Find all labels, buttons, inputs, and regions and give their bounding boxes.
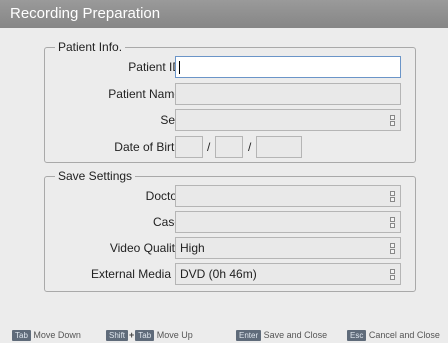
date-of-birth-label: Date of Birth (114, 140, 181, 154)
esc-key-badge: Esc (347, 330, 367, 342)
sex-row: Sex (45, 109, 415, 131)
external-media-1-label: External Media 1 (90, 267, 181, 281)
save-settings-title: Save Settings (55, 169, 136, 183)
birth-year-input[interactable] (175, 136, 203, 158)
up-down-stepper-icon[interactable] (390, 243, 395, 254)
hint-move-up-text: Move Up (156, 330, 193, 340)
hint-cancel-close: Esc Cancel and Close (347, 327, 440, 343)
enter-key-badge: Enter (236, 330, 262, 342)
video-quality-select[interactable]: High (175, 237, 401, 259)
up-down-stepper-icon[interactable] (390, 269, 395, 280)
hint-move-down: Tab Move Down (12, 327, 81, 343)
tab-key-badge: Tab (12, 330, 31, 342)
patient-id-label: Patient ID (128, 60, 181, 74)
date-separator: / (207, 140, 211, 154)
window-title: Recording Preparation (10, 5, 161, 22)
hint-save-close-text: Save and Close (263, 330, 328, 340)
patient-info-title: Patient Info. (55, 40, 126, 54)
patient-name-label: Patient Name (108, 87, 181, 101)
date-separator: / (248, 140, 252, 154)
patient-id-input[interactable] (175, 56, 401, 78)
video-quality-row: Video Quality High (45, 237, 415, 259)
video-quality-label: Video Quality (109, 241, 181, 255)
video-quality-value: High (180, 241, 205, 255)
plus-sign: + (129, 330, 135, 340)
external-media-1-select[interactable]: DVD (0h 46m) (175, 263, 401, 285)
doctor-select[interactable] (175, 185, 401, 207)
keyboard-hints-bar: Tab Move Down Shift + Tab Move Up Enter Sa… (0, 327, 448, 343)
case-row: Case (45, 211, 415, 233)
patient-info-group: Patient Info. Patient ID Patient Name Se… (44, 40, 416, 163)
shift-key-badge: Shift (106, 330, 129, 342)
hint-save-close: Enter Save and Close (236, 327, 327, 343)
up-down-stepper-icon[interactable] (390, 115, 395, 126)
case-select[interactable] (175, 211, 401, 233)
patient-name-row: Patient Name (45, 83, 415, 105)
title-bar: Recording Preparation (0, 0, 448, 28)
doctor-row: Doctor (45, 185, 415, 207)
hint-cancel-close-text: Cancel and Close (368, 330, 440, 340)
save-settings-group: Save Settings Doctor Case Video Quality … (44, 169, 416, 292)
external-media-1-value: DVD (0h 46m) (180, 267, 257, 281)
hint-move-up: Shift + Tab Move Up (106, 327, 193, 343)
patient-id-row: Patient ID (45, 56, 415, 78)
patient-name-input[interactable] (175, 83, 401, 105)
text-caret (179, 61, 180, 74)
external-media-1-row: External Media 1 DVD (0h 46m) (45, 263, 415, 285)
birth-day-input[interactable] (256, 136, 302, 158)
up-down-stepper-icon[interactable] (390, 191, 395, 202)
tab-key-badge: Tab (135, 330, 155, 342)
up-down-stepper-icon[interactable] (390, 217, 395, 228)
sex-select[interactable] (175, 109, 401, 131)
hint-move-down-text: Move Down (33, 330, 81, 340)
date-of-birth-row: Date of Birth / / (45, 136, 415, 158)
birth-month-input[interactable] (215, 136, 243, 158)
